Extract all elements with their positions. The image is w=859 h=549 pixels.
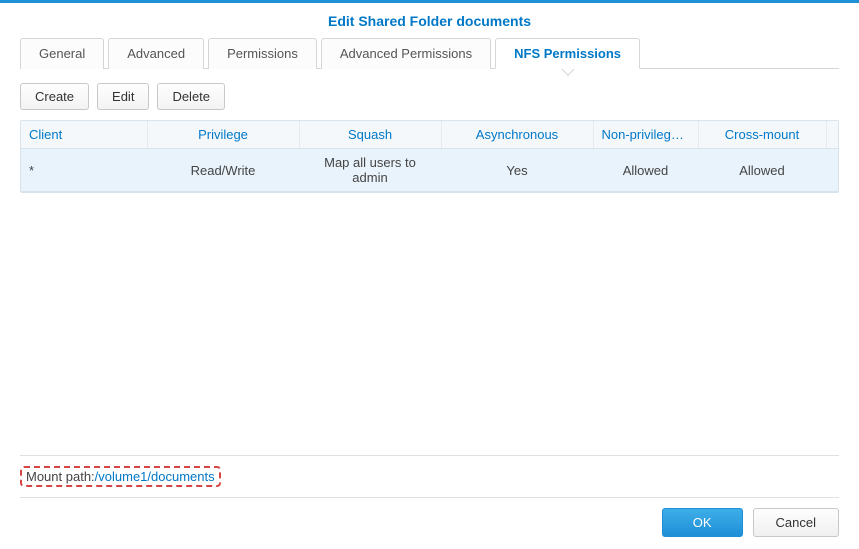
cell-squash: Map all users to admin [299, 149, 441, 192]
delete-button[interactable]: Delete [157, 83, 225, 110]
dialog-title: Edit Shared Folder documents [0, 3, 859, 37]
mount-path-label: Mount path: [26, 469, 95, 484]
header-non-privileged[interactable]: Non-privileged … [593, 121, 698, 149]
mount-path-highlight: Mount path:/volume1/documents [20, 466, 221, 487]
header-client[interactable]: Client [21, 121, 147, 149]
cell-non-privileged: Allowed [593, 149, 698, 192]
edit-button[interactable]: Edit [97, 83, 149, 110]
dialog-footer: OK Cancel [20, 497, 839, 537]
cell-client: * [21, 149, 147, 192]
header-asynchronous[interactable]: Asynchronous [441, 121, 593, 149]
cancel-button[interactable]: Cancel [753, 508, 839, 537]
header-cross-mount[interactable]: Cross-mount [698, 121, 826, 149]
cell-asynchronous: Yes [441, 149, 593, 192]
header-spacer [826, 121, 838, 149]
mount-path-row: Mount path:/volume1/documents [20, 455, 839, 487]
create-button[interactable]: Create [20, 83, 89, 110]
tab-nfs-permissions[interactable]: NFS Permissions [495, 38, 640, 69]
header-privilege[interactable]: Privilege [147, 121, 299, 149]
table-row[interactable]: * Read/Write Map all users to admin Yes … [21, 149, 838, 192]
ok-button[interactable]: OK [662, 508, 743, 537]
mount-path-value: /volume1/documents [95, 469, 215, 484]
cell-cross-mount: Allowed [698, 149, 826, 192]
toolbar: Create Edit Delete [20, 69, 839, 120]
tab-general[interactable]: General [20, 38, 104, 69]
tab-permissions[interactable]: Permissions [208, 38, 317, 69]
cell-privilege: Read/Write [147, 149, 299, 192]
nfs-rules-table: Client Privilege Squash Asynchronous Non… [20, 120, 839, 193]
tab-advanced-permissions[interactable]: Advanced Permissions [321, 38, 491, 69]
header-squash[interactable]: Squash [299, 121, 441, 149]
cell-spacer [826, 149, 838, 192]
tab-bar: General Advanced Permissions Advanced Pe… [20, 37, 839, 69]
tab-advanced[interactable]: Advanced [108, 38, 204, 69]
table-header-row: Client Privilege Squash Asynchronous Non… [21, 121, 838, 149]
